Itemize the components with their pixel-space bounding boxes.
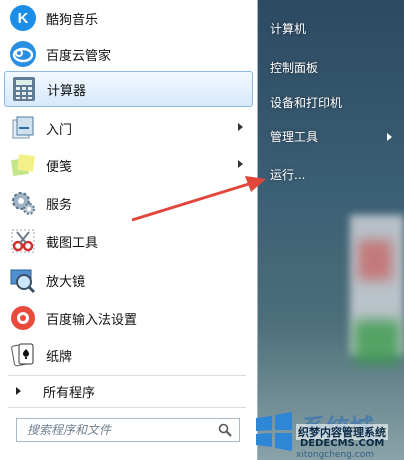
watermark-text: xitongcheng.com (296, 450, 374, 460)
windows-logo-icon (256, 412, 292, 451)
annotation-arrow (131, 176, 266, 222)
watermark-text: DEDECMS.COM (300, 438, 385, 449)
